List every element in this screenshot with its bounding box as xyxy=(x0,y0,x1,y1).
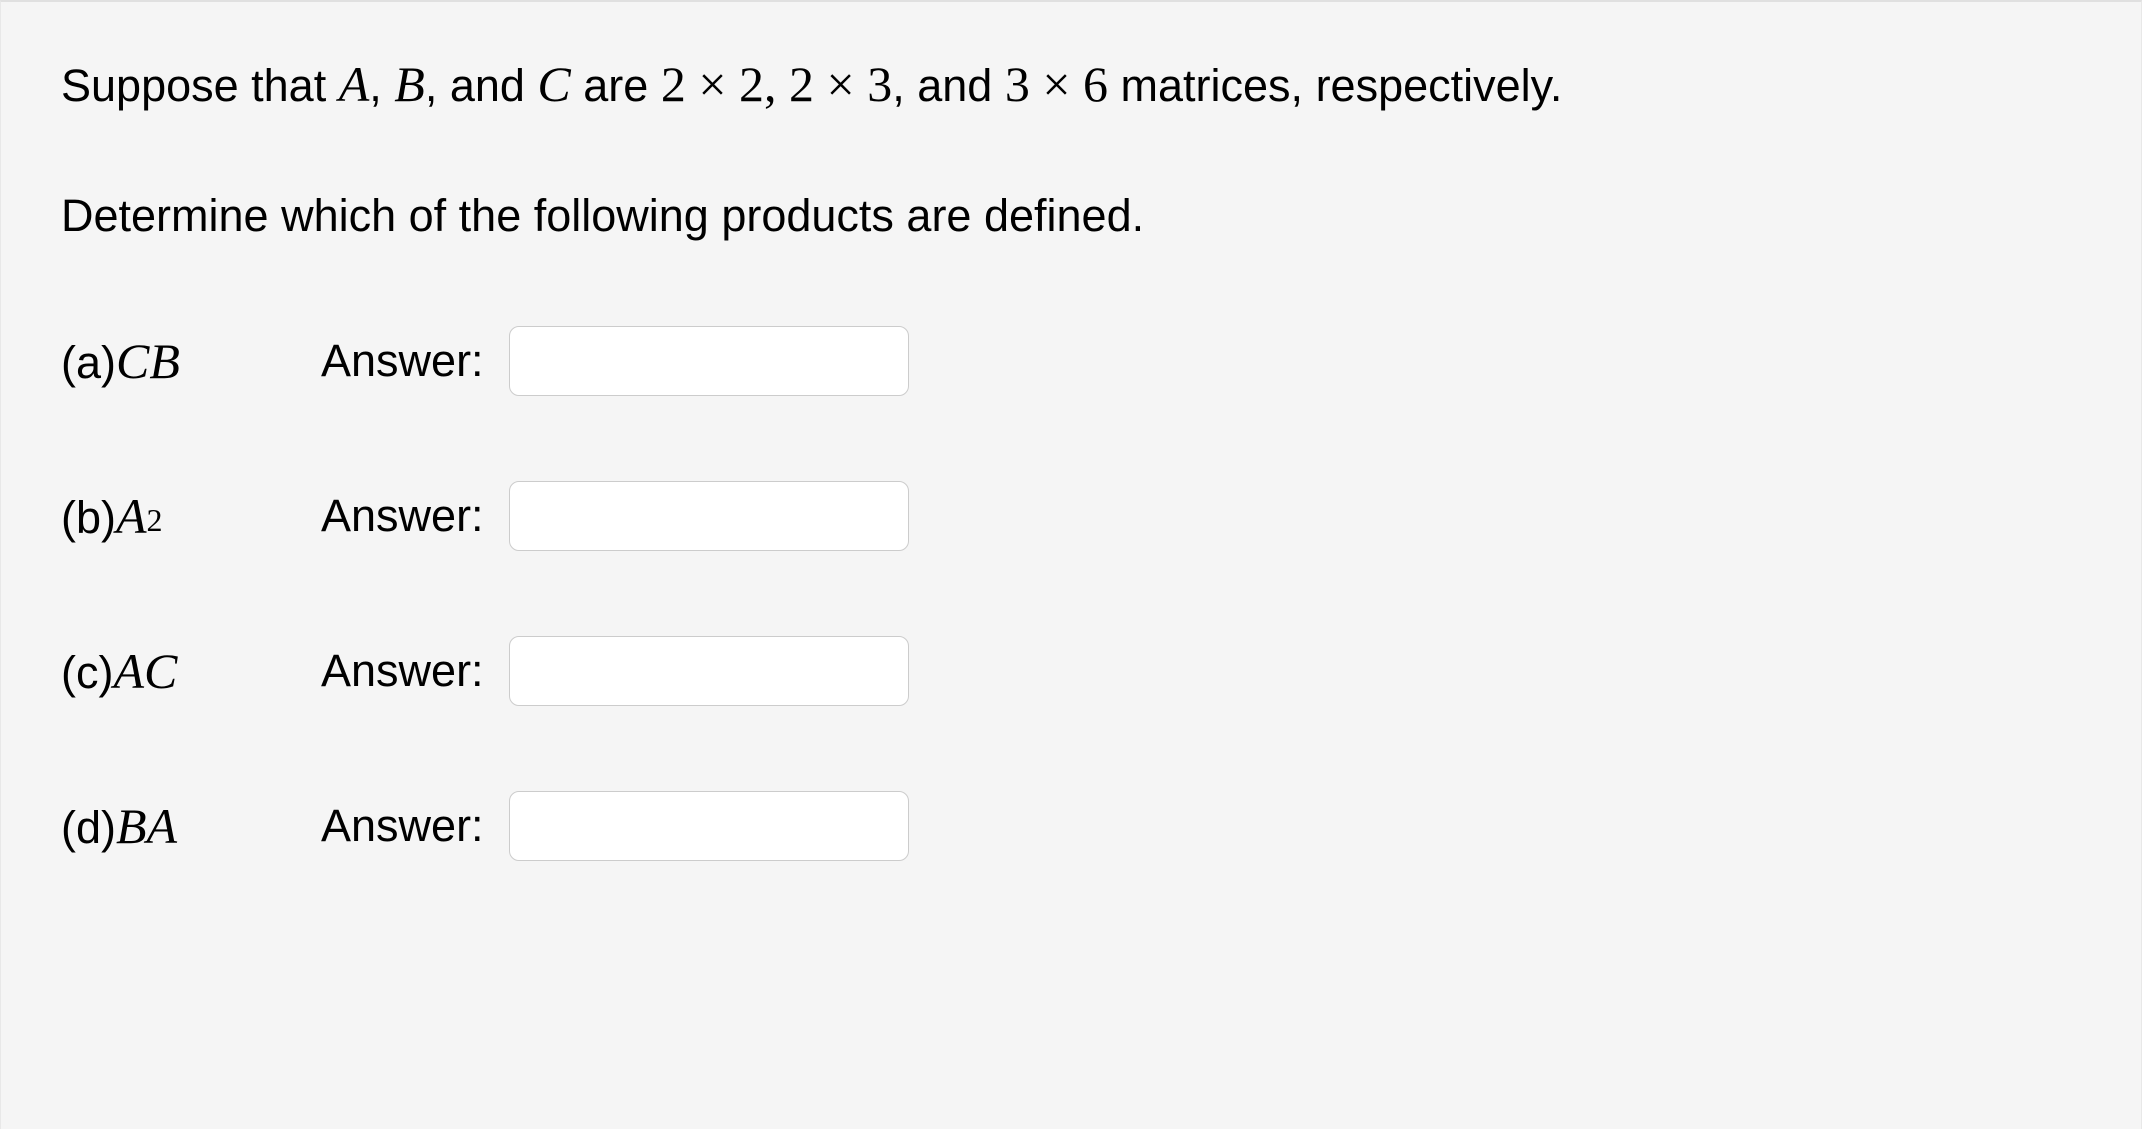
answer-input-b[interactable] xyxy=(509,481,909,551)
instruction-text: Determine which of the following product… xyxy=(61,187,2081,246)
answer-input-d[interactable] xyxy=(509,791,909,861)
sep1: , xyxy=(764,56,789,112)
part-d-expr-2: A xyxy=(147,797,178,855)
sep2: , and xyxy=(892,60,1005,111)
part-b-sup: 2 xyxy=(147,502,163,539)
part-c-expr-1: A xyxy=(113,642,144,700)
part-d-expr-1: B xyxy=(116,797,147,855)
dim3-a: 3 xyxy=(1005,56,1030,112)
answer-label-a: Answer: xyxy=(321,335,484,387)
dim1-a: 2 xyxy=(661,56,686,112)
answer-label-d: Answer: xyxy=(321,800,484,852)
part-c-paren: (c) xyxy=(61,647,113,699)
answer-label-b: Answer: xyxy=(321,490,484,542)
dim1-b: 2 xyxy=(739,56,764,112)
intro-mid: are xyxy=(571,60,661,111)
part-c-expr-2: C xyxy=(144,642,177,700)
matrix-A: A xyxy=(339,56,370,112)
part-a-paren: (a) xyxy=(61,337,116,389)
intro-text: Suppose that A, B, and C are 2 × 2, 2 × … xyxy=(61,52,2081,117)
times-1: × xyxy=(686,56,739,112)
part-c-label: (c) AC xyxy=(61,642,321,700)
intro-comma1: , xyxy=(369,60,394,111)
part-b-paren: (b) xyxy=(61,492,116,544)
dim3-b: 6 xyxy=(1083,56,1108,112)
matrix-C: C xyxy=(537,56,570,112)
dim2-a: 2 xyxy=(789,56,814,112)
intro-comma2: , and xyxy=(425,60,538,111)
part-a-row: (a) CB Answer: xyxy=(61,326,2081,396)
part-b-expr-1: A xyxy=(116,487,147,545)
intro-prefix: Suppose that xyxy=(61,60,339,111)
part-d-row: (d) BA Answer: xyxy=(61,791,2081,861)
answer-input-c[interactable] xyxy=(509,636,909,706)
matrix-B: B xyxy=(394,56,425,112)
part-b-row: (b) A2 Answer: xyxy=(61,481,2081,551)
part-c-row: (c) AC Answer: xyxy=(61,636,2081,706)
part-a-expr-1: C xyxy=(116,332,149,390)
question-container: Suppose that A, B, and C are 2 × 2, 2 × … xyxy=(0,0,2142,1129)
dim2-b: 3 xyxy=(867,56,892,112)
part-b-label: (b) A2 xyxy=(61,487,321,545)
part-a-label: (a) CB xyxy=(61,332,321,390)
part-d-label: (d) BA xyxy=(61,797,321,855)
times-2: × xyxy=(814,56,867,112)
answer-label-c: Answer: xyxy=(321,645,484,697)
answer-input-a[interactable] xyxy=(509,326,909,396)
intro-suffix: matrices, respectively. xyxy=(1108,60,1562,111)
part-a-expr-2: B xyxy=(149,332,180,390)
times-3: × xyxy=(1030,56,1083,112)
part-d-paren: (d) xyxy=(61,802,116,854)
